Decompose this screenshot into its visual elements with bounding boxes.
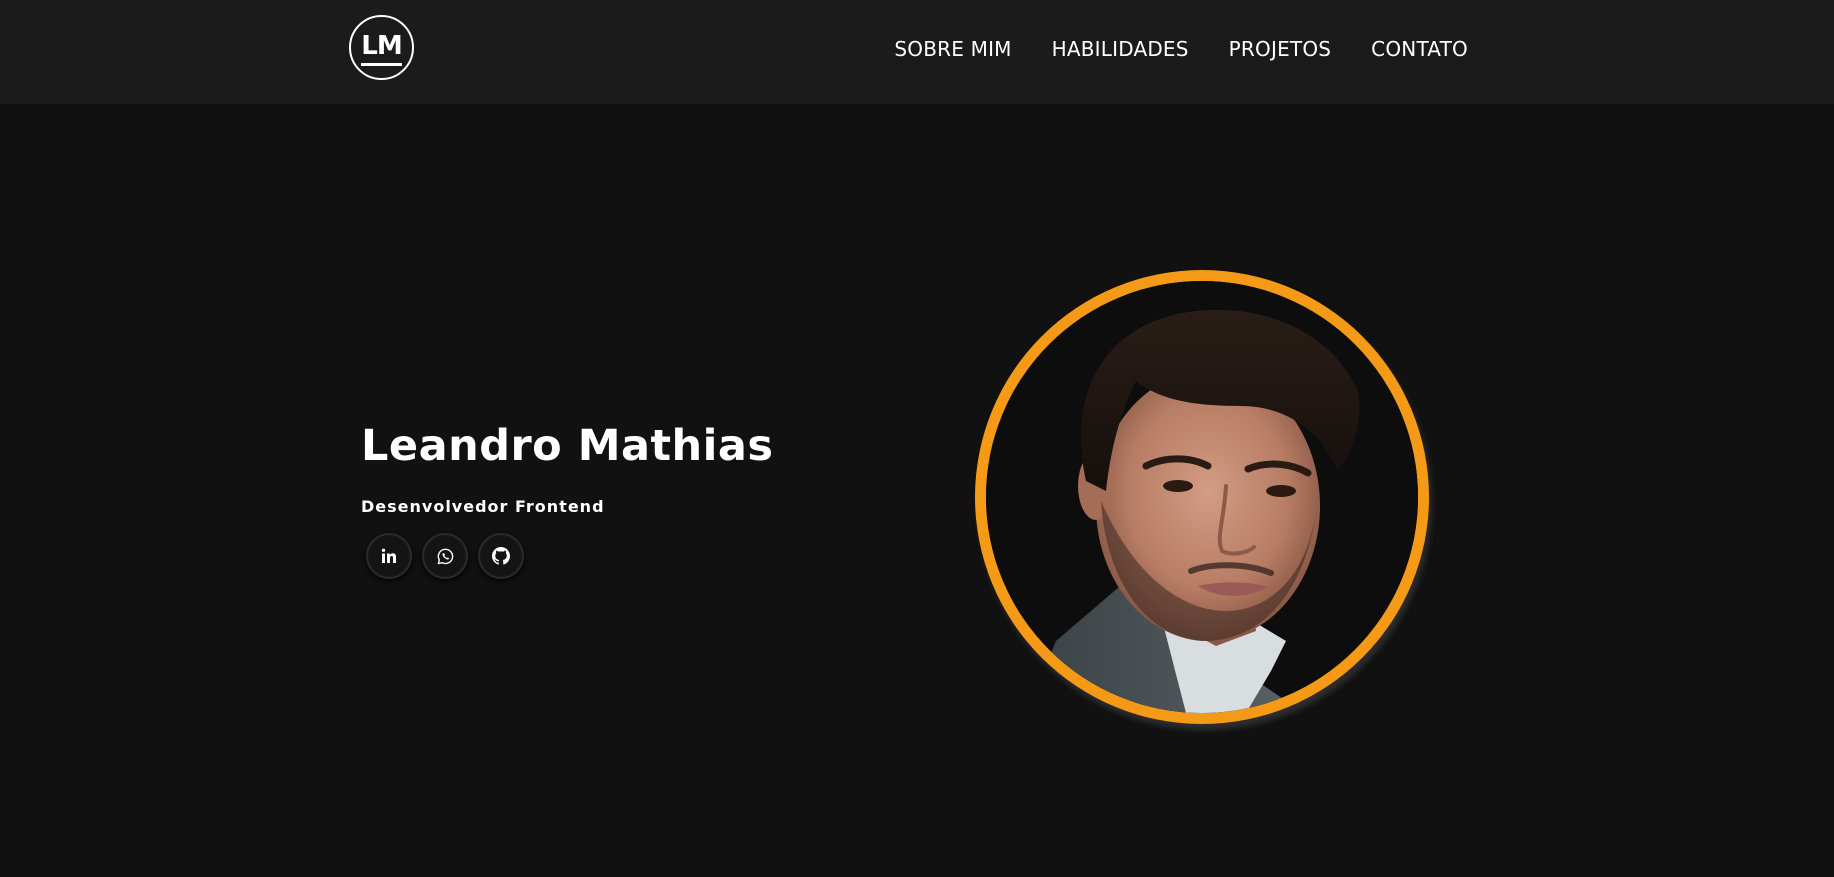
linkedin-icon xyxy=(381,548,397,564)
github-button[interactable] xyxy=(478,533,524,579)
linkedin-button[interactable] xyxy=(366,533,412,579)
whatsapp-icon xyxy=(437,548,454,565)
logo-link[interactable]: LM xyxy=(349,15,414,80)
social-links xyxy=(366,533,524,579)
nav-link-projetos[interactable]: PROJETOS xyxy=(1229,37,1332,61)
logo-text: LM xyxy=(361,33,403,66)
site-header: LM SOBRE MIM HABILIDADES PROJETOS CONTAT… xyxy=(0,0,1834,104)
github-icon xyxy=(492,547,510,565)
whatsapp-button[interactable] xyxy=(422,533,468,579)
hero-name: Leandro Mathias xyxy=(361,421,774,471)
main-nav: SOBRE MIM HABILIDADES PROJETOS CONTATO xyxy=(894,0,1468,97)
profile-photo xyxy=(986,281,1418,713)
nav-link-contato[interactable]: CONTATO xyxy=(1371,37,1468,61)
profile-photo-frame xyxy=(975,270,1429,724)
hero-role: Desenvolvedor Frontend xyxy=(361,497,605,516)
nav-link-sobre-mim[interactable]: SOBRE MIM xyxy=(894,37,1011,61)
nav-link-habilidades[interactable]: HABILIDADES xyxy=(1052,37,1189,61)
